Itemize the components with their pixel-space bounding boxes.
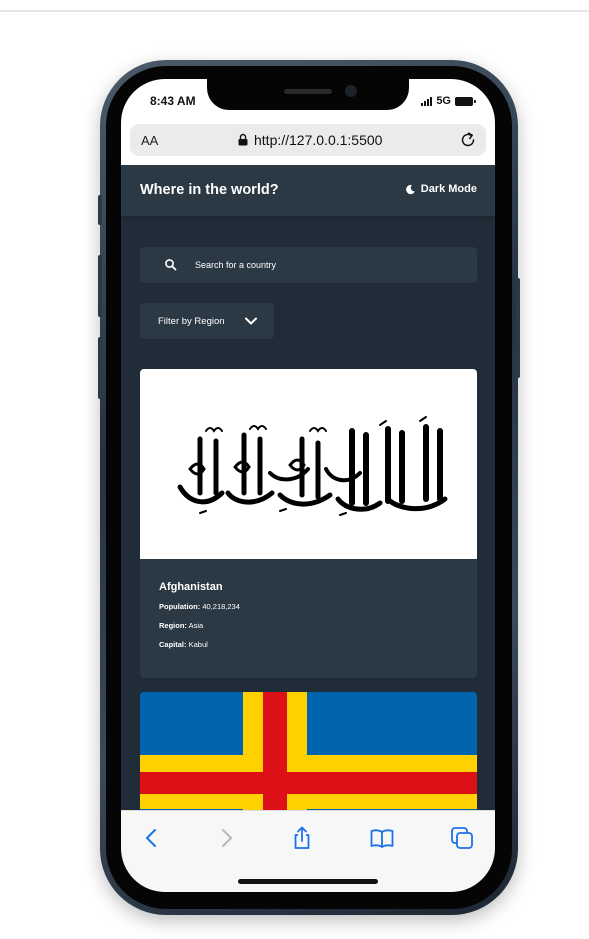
country-info: Afghanistan Population: 40,218,234 Regio… (159, 581, 240, 659)
app-header: Where in the world? Dark Mode (121, 165, 495, 216)
address-bar[interactable]: AA http://127.0.0.1:5500 (130, 124, 486, 156)
population-row: Population: 40,218,234 (159, 602, 240, 611)
page-top-divider (0, 10, 589, 12)
search-input[interactable] (195, 257, 455, 273)
population-label: Population: (159, 602, 201, 611)
app-title: Where in the world? (140, 182, 279, 198)
battery-icon (455, 96, 476, 106)
side-button-volume-down (98, 337, 102, 399)
back-icon[interactable] (139, 825, 165, 851)
shahada-calligraphy (177, 416, 448, 516)
speaker (284, 89, 332, 94)
notch (207, 79, 409, 110)
share-icon[interactable] (289, 825, 315, 851)
status-bar: 8:43 AM 5G (121, 79, 495, 123)
side-button-silent (98, 195, 102, 225)
dark-mode-label: Dark Mode (420, 183, 477, 195)
side-button-power (516, 278, 520, 378)
country-card[interactable] (140, 692, 477, 822)
region-filter-dropdown[interactable]: Filter by Region (140, 303, 274, 339)
camera (345, 85, 357, 97)
chevron-down-icon (245, 317, 257, 325)
country-card[interactable]: Afghanistan Population: 40,218,234 Regio… (140, 369, 477, 678)
region-filter-label: Filter by Region (158, 316, 225, 327)
lock-icon (238, 133, 248, 146)
side-button-volume-up (98, 255, 102, 317)
capital-row: Capital: Kabul (159, 640, 240, 649)
capital-value: Kabul (188, 640, 208, 649)
afghanistan-flag-icon (140, 369, 477, 559)
status-indicators: 5G (421, 95, 476, 107)
browser-toolbar (121, 810, 495, 892)
tabs-icon[interactable] (449, 825, 475, 851)
population-value: 40,218,234 (202, 602, 240, 611)
region-label: Region: (159, 621, 187, 630)
country-name: Afghanistan (159, 581, 223, 593)
bookmarks-icon[interactable] (369, 825, 395, 851)
region-value: Asia (188, 621, 204, 630)
forward-icon[interactable] (213, 825, 239, 851)
home-indicator (238, 879, 378, 884)
moon-icon (405, 184, 415, 194)
browser-address-area: AA http://127.0.0.1:5500 (121, 123, 495, 165)
aland-islands-flag-icon (140, 692, 477, 822)
network-label: 5G (436, 95, 451, 107)
region-row: Region: Asia (159, 621, 240, 630)
search-box[interactable] (140, 247, 477, 283)
phone-screen: 8:43 AM 5G AA http://127.0.0.1:5500 Wher… (121, 79, 495, 892)
search-icon (165, 259, 177, 271)
reload-icon[interactable] (458, 130, 478, 150)
signal-icon (421, 96, 433, 106)
capital-label: Capital: (159, 640, 187, 649)
url-text[interactable]: http://127.0.0.1:5500 (254, 132, 382, 148)
text-size-button[interactable]: AA (141, 133, 158, 148)
dark-mode-toggle[interactable]: Dark Mode (405, 183, 477, 195)
status-time: 8:43 AM (150, 94, 196, 108)
